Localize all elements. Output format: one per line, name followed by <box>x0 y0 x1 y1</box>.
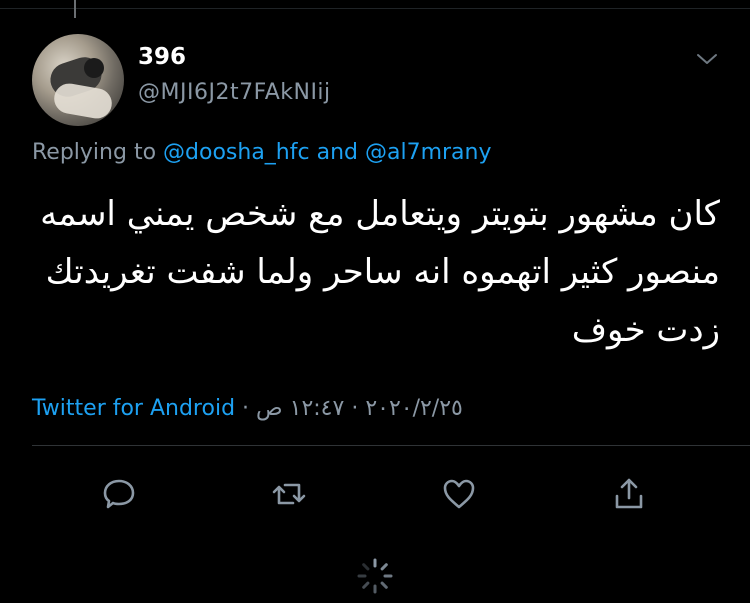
tweet-actions-bar <box>0 470 750 518</box>
meta-separator: · <box>242 396 250 421</box>
retweet-button[interactable] <box>265 470 313 518</box>
avatar-photo-shape <box>84 58 104 78</box>
retweet-icon <box>272 483 306 505</box>
reply-mention-link[interactable]: @doosha_hfc <box>163 140 310 165</box>
reply-icon <box>103 479 135 509</box>
tweet-text-line: زدت خوف <box>571 310 720 350</box>
replying-prefix: Replying to <box>32 140 157 165</box>
replying-to-line: Replying to @doosha_hfc and @al7mrany <box>32 140 492 165</box>
spinner-icon <box>357 558 393 594</box>
meta-separator: · <box>351 396 359 421</box>
share-icon <box>615 478 643 509</box>
tweet-text-line: منصور كثير اتهموه انه ساحر ولما شفت تغري… <box>45 252 720 292</box>
top-divider <box>0 8 750 9</box>
tweet-date: ٢٠٢٠/٢/٢٥ <box>365 396 463 421</box>
share-button[interactable] <box>605 470 653 518</box>
display-name[interactable]: 396 <box>138 44 186 70</box>
thread-connector-line <box>74 0 76 18</box>
reply-mention-link[interactable]: @al7mrany <box>365 140 492 165</box>
tweet-meta: Twitter for Android · ٢٠٢٠/٢/٢٥ · ١٢:٤٧ … <box>32 396 463 421</box>
replying-and: and <box>316 140 358 165</box>
reply-button[interactable] <box>95 470 143 518</box>
actions-divider <box>32 445 750 446</box>
tweet-text: كان مشهور بتويتر ويتعامل مع شخص يمني اسم… <box>30 185 720 359</box>
like-button[interactable] <box>435 470 483 518</box>
source-link[interactable]: Twitter for Android <box>32 396 235 421</box>
tweet-time: ١٢:٤٧ ص <box>256 396 345 421</box>
tweet-text-line: كان مشهور بتويتر ويتعامل مع شخص يمني اسم… <box>40 194 720 234</box>
heart-icon <box>443 479 475 509</box>
user-handle[interactable]: @MJI6J2t7FAkNIij <box>138 80 331 105</box>
avatar-photo-shape <box>51 81 115 121</box>
avatar[interactable] <box>32 34 124 126</box>
chevron-down-icon[interactable] <box>694 50 720 68</box>
